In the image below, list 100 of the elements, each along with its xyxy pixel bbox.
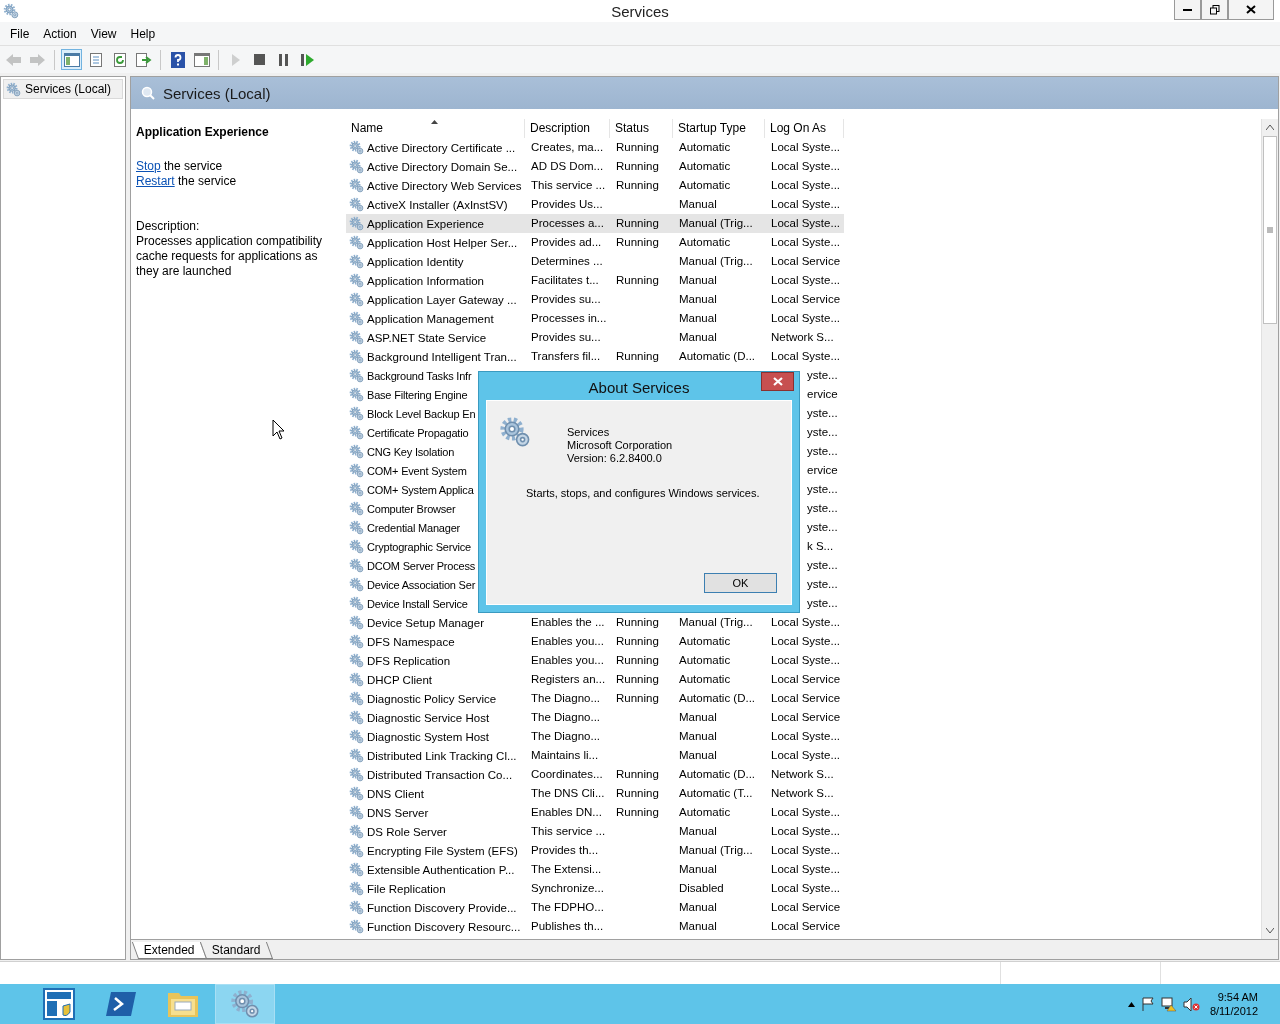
service-name-cell[interactable]: DNS Server [346,803,525,822]
network-icon[interactable] [1160,996,1177,1012]
table-cell-text: Automatic [678,672,732,687]
service-gear-icon [349,748,364,763]
service-name-cell[interactable]: DCOM Server Process [346,556,525,575]
company-name: Microsoft Corporation [567,439,673,452]
folder-icon [167,990,199,1018]
service-name-cell[interactable]: Application Experience [346,214,525,233]
service-name-cell[interactable]: Background Tasks Infr [346,366,525,385]
toolbar-button[interactable] [61,49,82,70]
column-header[interactable]: Startup Type [673,119,765,138]
table-cell-text: Running [615,672,660,687]
service-name-cell[interactable]: Device Setup Manager [346,613,525,632]
minimize-button[interactable] [1174,0,1201,20]
menu-item[interactable]: Help [123,26,163,41]
table-cell-text: Local Syste... [770,881,842,896]
service-name-cell[interactable]: Application Identity [346,252,525,271]
service-name-cell[interactable]: Diagnostic Service Host [346,708,525,727]
service-gear-icon [349,862,364,877]
service-name-cell[interactable]: COM+ Event System [346,461,525,480]
tree-item[interactable]: Services (Local) [3,79,123,99]
service-name-cell[interactable]: ActiveX Installer (AxInstSV) [346,195,525,214]
table-cell-text: Local Syste... [770,729,842,744]
menu-item[interactable]: View [83,26,124,41]
gear-icon [6,81,21,97]
service-name-cell[interactable]: DNS Client [346,784,525,803]
table-cell-text: Determines ... [530,254,604,269]
show-hidden-icons-icon[interactable] [1127,1001,1135,1007]
column-header[interactable]: Name [346,119,525,138]
service-gear-icon [349,387,364,402]
service-gear-icon [349,539,364,554]
service-name-cell[interactable]: DFS Namespace [346,632,525,651]
speaker-icon[interactable] [1182,996,1200,1012]
service-name-cell[interactable]: Function Discovery Provide... [346,898,525,917]
service-name-cell[interactable]: COM+ System Applica [346,480,525,499]
table-cell-text: Enables you... [530,653,605,668]
service-name-cell[interactable]: ASP.NET State Service [346,328,525,347]
service-name-cell[interactable]: Function Discovery Resourc... [346,917,525,936]
product-name: Services [567,426,611,439]
column-header[interactable]: Status [610,119,673,138]
table-cell-text: Manual [678,330,718,345]
table-cell-text: Manual [678,824,718,839]
menu-item[interactable]: File [3,26,37,41]
table-cell-text: Automatic [678,159,732,174]
service-name-cell[interactable]: Application Host Helper Ser... [346,233,525,252]
service-name-cell[interactable]: CNG Key Isolation [346,442,525,461]
ok-button[interactable]: OK [704,573,777,593]
service-name-cell[interactable]: DHCP Client [346,670,525,689]
service-gear-icon [349,235,364,250]
service-name-cell[interactable]: Diagnostic Policy Service [346,689,525,708]
services-gear-icon [230,989,260,1019]
restore-button[interactable] [1201,0,1228,20]
service-gear-icon [349,178,364,193]
service-name-cell[interactable]: Active Directory Certificate ... [346,138,525,157]
service-name-cell[interactable]: Extensible Authentication P... [346,860,525,879]
service-name-cell[interactable]: Base Filtering Engine [346,385,525,404]
resume-icon [301,53,314,66]
service-name-cell[interactable]: Application Layer Gateway ... [346,290,525,309]
service-gear-icon [349,463,364,478]
service-name-cell[interactable]: Encrypting File System (EFS) [346,841,525,860]
service-name-cell[interactable]: Application Information [346,271,525,290]
properties-icon [88,52,103,67]
view-tab[interactable]: Extended [131,942,207,959]
service-name-cell[interactable]: Certificate Propagatio [346,423,525,442]
vertical-scrollbar[interactable] [1261,119,1278,939]
service-name-cell[interactable]: Cryptographic Service [346,537,525,556]
column-header[interactable]: Description [525,119,610,138]
close-button[interactable] [1228,0,1274,20]
service-name-cell[interactable]: Block Level Backup En [346,404,525,423]
export-list-icon [135,52,152,67]
service-name-cell[interactable]: Distributed Link Tracking Cl... [346,746,525,765]
scroll-up-icon[interactable] [1266,125,1274,130]
service-name-cell[interactable]: Diagnostic System Host [346,727,525,746]
table-cell-text: Local Service [770,710,842,725]
service-name-cell[interactable]: Active Directory Domain Se... [346,157,525,176]
flag-icon[interactable] [1140,997,1155,1011]
table-cell-text: AD DS Dom... [530,159,605,174]
service-gear-icon [349,881,364,896]
action-link[interactable]: Stop [136,159,161,173]
service-name-cell[interactable]: Device Association Ser [346,575,525,594]
service-name-cell[interactable]: Credential Manager [346,518,525,537]
service-gear-icon [349,159,364,174]
scroll-down-icon[interactable] [1266,928,1274,933]
service-name-cell[interactable]: File Replication [346,879,525,898]
service-name-cell[interactable]: Background Intelligent Tran... [346,347,525,366]
table-cell-text: yste... [807,558,839,573]
close-button[interactable] [761,372,794,391]
menu-item[interactable]: Action [36,26,84,41]
action-sentence: Restart the service [136,174,238,189]
service-name-cell[interactable]: DFS Replication [346,651,525,670]
action-link[interactable]: Restart [136,174,175,188]
service-name-cell[interactable]: Computer Browser [346,499,525,518]
service-name-cell[interactable]: Active Directory Web Services [346,176,525,195]
view-tab[interactable]: Standard [199,942,273,959]
pane-title: Services (Local) [163,84,271,102]
service-name-cell[interactable]: Device Install Service [346,594,525,613]
service-name-cell[interactable]: Application Management [346,309,525,328]
service-name-cell[interactable]: DS Role Server [346,822,525,841]
service-name-cell[interactable]: Distributed Transaction Co... [346,765,525,784]
column-header[interactable]: Log On As [765,119,844,138]
